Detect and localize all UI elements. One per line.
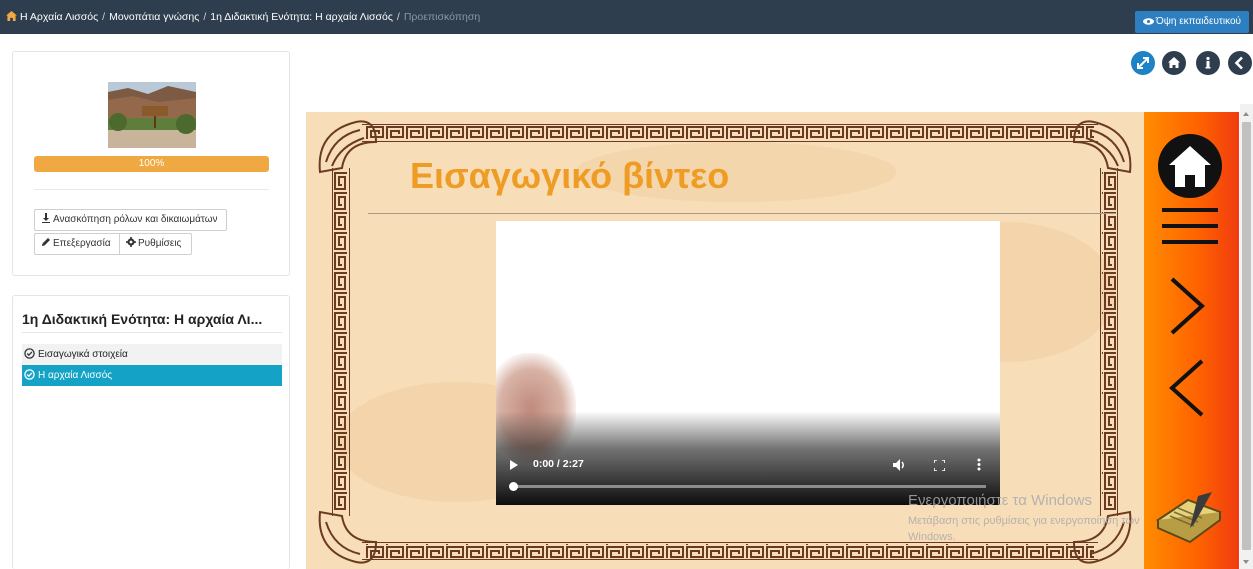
scroll-down-arrow[interactable] bbox=[1243, 560, 1249, 564]
check-circle-icon bbox=[24, 348, 35, 359]
progress-bar: 100% bbox=[34, 156, 269, 172]
list-item[interactable]: Εισαγωγικά στοιχεία bbox=[22, 344, 282, 365]
list-item-label: Η αρχαία Λισσός bbox=[38, 370, 113, 381]
expand-button[interactable] bbox=[1131, 51, 1155, 75]
prev-icon[interactable] bbox=[1166, 358, 1206, 418]
back-icon bbox=[1234, 56, 1243, 70]
more-icon[interactable] bbox=[977, 458, 981, 471]
list-item-active[interactable]: Η αρχαία Λισσός bbox=[22, 365, 282, 386]
teacher-view-button[interactable]: Όψη εκπαιδευτικού bbox=[1134, 11, 1249, 33]
edit-label: Επεξεργασία bbox=[53, 238, 111, 249]
menu-icon[interactable] bbox=[1162, 208, 1218, 244]
volume-icon[interactable] bbox=[893, 459, 907, 471]
play-icon[interactable] bbox=[510, 460, 518, 470]
course-thumbnail-image bbox=[108, 82, 196, 148]
breadcrumb-unit-link[interactable]: 1η Διδακτική Ενότητα: Η αρχαία Λισσός bbox=[210, 11, 393, 23]
home-icon bbox=[6, 11, 17, 21]
list-item-label: Εισαγωγικά στοιχεία bbox=[38, 349, 128, 360]
unit-panel: 1η Διδακτική Ενότητα: Η αρχαία Λι... Εισ… bbox=[12, 295, 290, 569]
breadcrumb-separator: / bbox=[396, 11, 400, 23]
home-button[interactable] bbox=[1162, 51, 1186, 75]
info-button[interactable] bbox=[1196, 51, 1220, 75]
breadcrumb-home-link[interactable]: Η Αρχαία Λισσός bbox=[20, 11, 98, 23]
top-bar: Η Αρχαία Λισσός / Μονοπάτια γνώσης/1η Διδα… bbox=[0, 0, 1253, 34]
watermark-line: Windows. bbox=[908, 531, 956, 543]
video-seek-bar[interactable] bbox=[511, 485, 986, 488]
roles-review-button[interactable]: Ανασκόπηση ρόλων και δικαιωμάτων bbox=[34, 209, 227, 231]
settings-label: Ρυθμίσεις bbox=[138, 238, 182, 249]
home-icon[interactable] bbox=[1157, 133, 1223, 199]
eye-icon bbox=[1142, 18, 1154, 25]
home-icon bbox=[1168, 57, 1180, 68]
download-icon bbox=[42, 213, 50, 223]
info-icon bbox=[1205, 56, 1211, 69]
edit-button[interactable]: Επεξεργασία bbox=[34, 233, 120, 255]
video-seek-handle[interactable] bbox=[509, 482, 518, 491]
expand-icon bbox=[1137, 57, 1149, 69]
breadcrumb-current: Προεπισκόπηση bbox=[403, 11, 481, 23]
course-card: 100% Ανασκόπηση ρόλων και δικαιωμάτων Επ… bbox=[12, 51, 290, 276]
watermark-line: Μετάβαση στις ρυθμίσεις για ενεργοποίηση… bbox=[908, 515, 1140, 527]
back-button[interactable] bbox=[1228, 51, 1252, 75]
check-circle-icon bbox=[24, 369, 35, 380]
slide-nav-bar bbox=[1144, 112, 1239, 569]
next-icon[interactable] bbox=[1168, 276, 1208, 336]
title-divider bbox=[368, 213, 1116, 214]
content-title: Εισαγωγικό βίντεο bbox=[410, 155, 730, 196]
breadcrumb: Η Αρχαία Λισσός / Μονοπάτια γνώσης/1η Διδα… bbox=[6, 11, 480, 23]
fullscreen-icon[interactable] bbox=[934, 460, 945, 471]
course-thumbnail bbox=[108, 82, 196, 148]
scrollbar-thumb[interactable] bbox=[1242, 122, 1251, 550]
scroll-up-arrow[interactable] bbox=[1243, 112, 1249, 116]
divider bbox=[22, 332, 282, 333]
video-time: 0:00 / 2:27 bbox=[533, 458, 584, 470]
notebook-icon[interactable] bbox=[1154, 490, 1224, 550]
teacher-view-label: Όψη εκπαιδευτικού bbox=[1155, 16, 1241, 27]
roles-review-label: Ανασκόπηση ρόλων και δικαιωμάτων bbox=[53, 214, 218, 225]
divider bbox=[34, 189, 269, 190]
watermark-title: Ενεργοποιήστε τα Windows bbox=[908, 492, 1092, 509]
video-player[interactable]: 0:00 / 2:27 bbox=[496, 221, 1000, 505]
breadcrumb-paths-link[interactable]: Μονοπάτια γνώσης bbox=[109, 11, 199, 23]
windows-activation-watermark: Ενεργοποιήστε τα Windows Μετάβαση στις ρ… bbox=[908, 492, 1140, 545]
breadcrumb-separator: / bbox=[203, 11, 207, 23]
unit-title: 1η Διδακτική Ενότητα: Η αρχαία Λι... bbox=[22, 311, 263, 327]
breadcrumb-separator: / bbox=[102, 11, 106, 23]
settings-button[interactable]: Ρυθμίσεις bbox=[119, 233, 192, 255]
gear-icon bbox=[126, 237, 136, 247]
pencil-icon bbox=[42, 238, 50, 246]
